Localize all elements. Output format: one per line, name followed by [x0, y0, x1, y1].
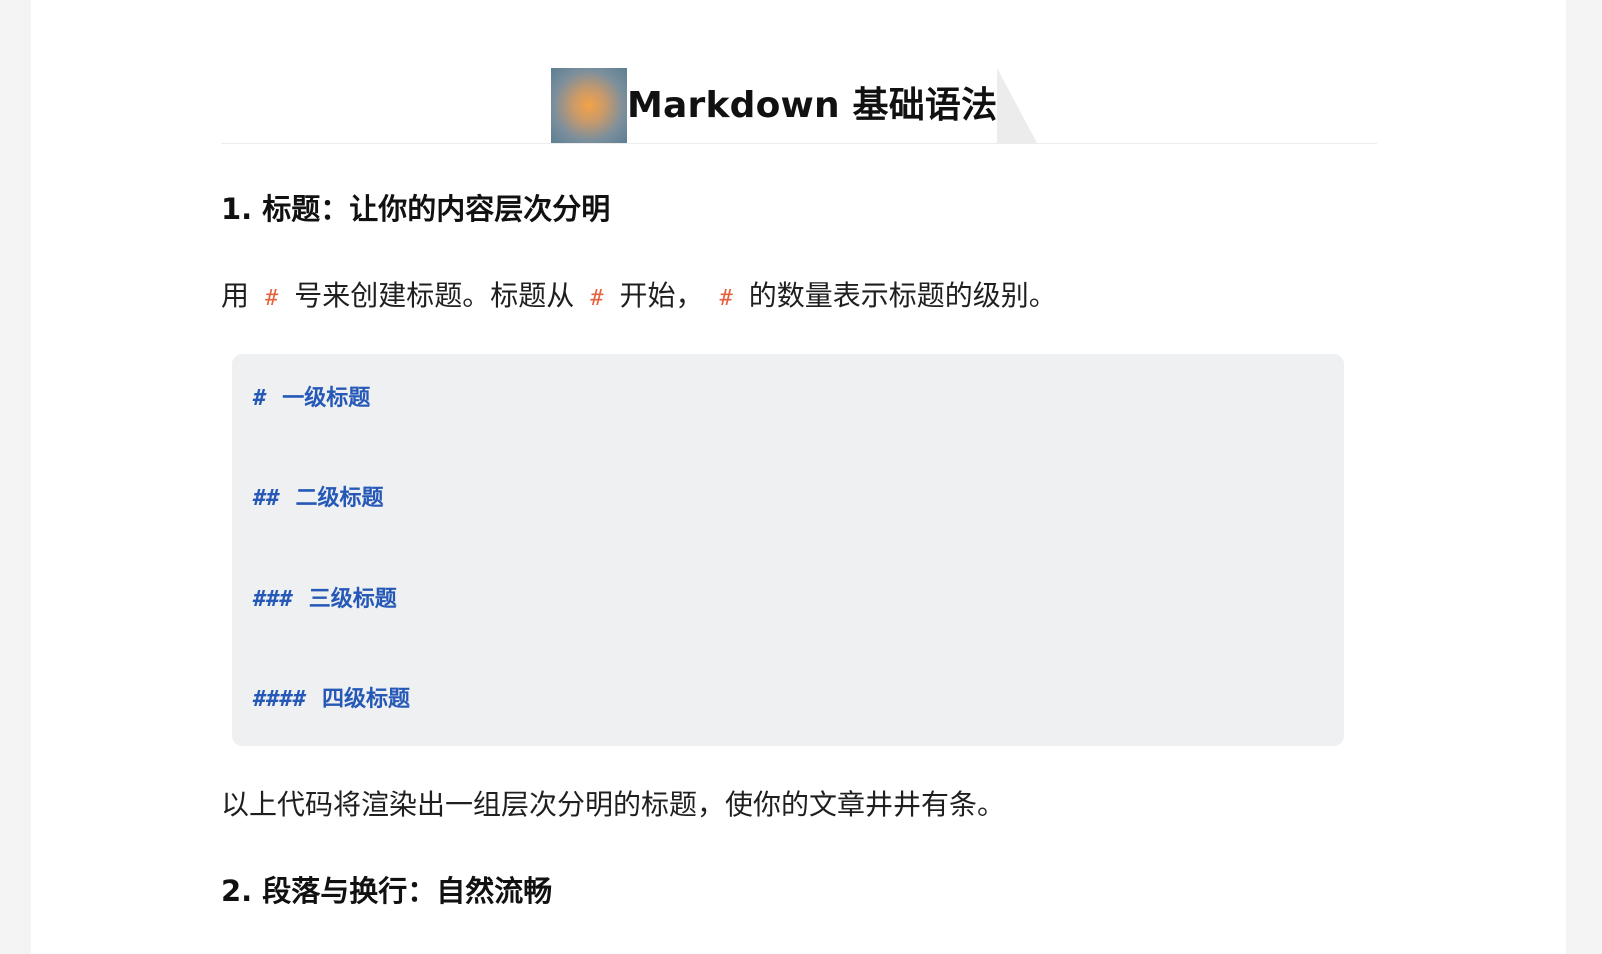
- code-line-h3: ### 三级标题: [253, 585, 397, 615]
- inline-code-hash-2: #: [590, 286, 604, 311]
- outro-paragraph: 以上代码将渲染出一组层次分明的标题，使你的文章井井有条。: [221, 788, 1006, 821]
- code-marks: ###: [253, 587, 293, 612]
- page-title: Markdown 基础语法: [627, 85, 998, 126]
- code-text: 一级标题: [282, 386, 371, 411]
- cover-image: [551, 68, 627, 143]
- code-line-h2: ## 二级标题: [253, 484, 384, 514]
- code-marks: ##: [253, 486, 280, 511]
- title-decoration: [997, 68, 1038, 143]
- code-text: 二级标题: [295, 486, 384, 511]
- intro-text-1: 用: [221, 279, 250, 312]
- inline-code-hash-1: #: [265, 286, 279, 311]
- code-marks: ####: [253, 687, 306, 712]
- intro-text-3: 开始，: [619, 279, 704, 312]
- intro-text-2: 号来创建标题。标题从: [294, 279, 575, 312]
- code-line-h4: #### 四级标题: [253, 685, 410, 715]
- code-block[interactable]: # 一级标题 ## 二级标题 ### 三级标题 #### 四级标题: [232, 354, 1344, 746]
- code-line-h1: # 一级标题: [253, 384, 370, 414]
- code-marks: #: [253, 386, 267, 411]
- inline-code-hash-3: #: [719, 286, 733, 311]
- code-text: 四级标题: [321, 687, 410, 712]
- intro-paragraph: 用 # 号来创建标题。标题从 # 开始， # 的数量表示标题的级别。: [221, 276, 1057, 319]
- intro-text-4: 的数量表示标题的级别。: [748, 279, 1057, 312]
- document-page: Markdown 基础语法 1. 标题：让你的内容层次分明 用 # 号来创建标题。标…: [31, 0, 1566, 954]
- title-inner: Markdown 基础语法: [551, 68, 1038, 143]
- title-row: Markdown 基础语法: [221, 68, 1377, 144]
- code-text: 三级标题: [308, 587, 397, 612]
- section-heading-1: 1. 标题：让你的内容层次分明: [221, 192, 611, 226]
- section-heading-2: 2. 段落与换行：自然流畅: [221, 874, 553, 908]
